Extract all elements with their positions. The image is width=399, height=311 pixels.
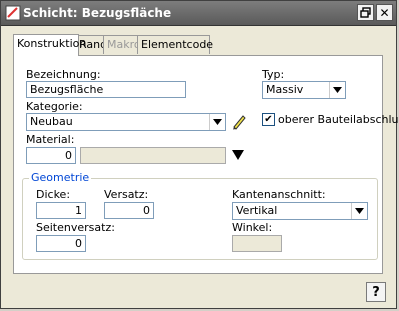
window-title: Schicht: Bezugsfläche [23, 6, 172, 20]
dialog-window: Schicht: Bezugsfläche ✕ Konstruktion Ran… [0, 0, 399, 309]
dicke-field[interactable]: 1 [36, 202, 86, 219]
tab-elementcode[interactable]: Elementcode [137, 35, 213, 54]
konstruktion-panel: Bezeichnung: Bezugsfläche Typ: Massiv Ka… [13, 55, 399, 274]
kategorie-label: Kategorie: [26, 100, 83, 113]
tab-konstruktion[interactable]: Konstruktion [13, 34, 86, 56]
typ-label: Typ: [262, 68, 285, 81]
geometrie-group: Geometrie Dicke: 1 Versatz: 0 Seitenvers… [22, 171, 378, 260]
bezeichnung-field[interactable]: Bezugsfläche [26, 81, 186, 98]
chevron-down-icon[interactable] [209, 114, 225, 130]
typ-select[interactable]: Massiv [262, 81, 346, 99]
close-icon: ✕ [379, 5, 390, 20]
versatz-field[interactable]: 0 [104, 202, 154, 219]
typ-value: Massiv [266, 83, 304, 96]
close-button[interactable]: ✕ [376, 4, 393, 21]
geometrie-group-title: Geometrie [29, 171, 92, 184]
chevron-down-icon[interactable] [329, 82, 345, 98]
seitenversatz-label: Seitenversatz: [36, 221, 115, 234]
material-dropdown-arrow-icon[interactable] [232, 150, 244, 160]
pencil-icon[interactable] [231, 113, 247, 130]
restore-button[interactable] [357, 4, 374, 21]
oberer-bauteilabschluss-checkbox[interactable]: ✔ [262, 113, 275, 126]
app-icon [5, 5, 21, 21]
winkel-field [232, 235, 282, 252]
tab-makro: Makro [103, 35, 141, 54]
oberer-bauteilabschluss-label: oberer Bauteilabschluss [278, 113, 399, 126]
restore-icon [360, 7, 371, 18]
kantenanschnitt-value: Vertikal [236, 204, 278, 217]
bezeichnung-label: Bezeichnung: [26, 68, 101, 81]
chevron-down-icon[interactable] [351, 203, 367, 219]
material-field[interactable]: 0 [26, 147, 76, 164]
help-icon: ? [372, 284, 380, 300]
material-label: Material: [26, 133, 75, 146]
kategorie-value: Neubau [30, 115, 73, 128]
kantenanschnitt-select[interactable]: Vertikal [232, 202, 368, 220]
versatz-label: Versatz: [104, 188, 149, 201]
dicke-label: Dicke: [36, 188, 71, 201]
kantenanschnitt-label: Kantenanschnitt: [232, 188, 326, 201]
winkel-label: Winkel: [232, 221, 273, 234]
kategorie-select[interactable]: Neubau [26, 113, 226, 131]
help-button[interactable]: ? [366, 282, 386, 302]
title-bar: Schicht: Bezugsfläche ✕ [1, 1, 396, 26]
seitenversatz-field[interactable]: 0 [36, 235, 86, 252]
material-name-field [80, 147, 226, 164]
